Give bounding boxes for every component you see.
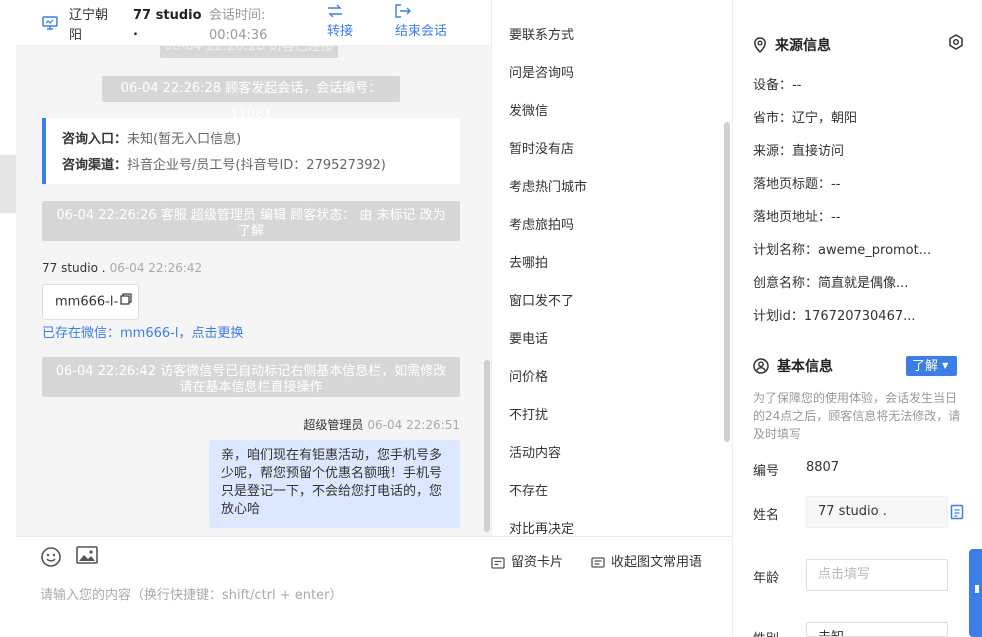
transfer-label: 转接 <box>327 24 354 39</box>
quick-phrase-item[interactable]: 要联系方式 <box>509 24 574 43</box>
quick-phrase-item[interactable]: 活动内容 <box>509 442 561 461</box>
left-edge-strip <box>0 0 16 637</box>
source-landing-title: 落地页标题：-- <box>753 177 841 192</box>
location-pin-icon <box>753 37 775 54</box>
gender-value: 未知 <box>818 630 844 636</box>
age-field-placeholder: 点击填写 <box>818 567 871 582</box>
transfer-button[interactable]: 转接 <box>327 4 353 39</box>
collapse-phrases-label: 收起图文常用语 <box>611 555 703 570</box>
consult-channel-label: 咨询渠道： <box>62 158 128 173</box>
card-icon <box>491 555 511 570</box>
chat-scrollbar[interactable] <box>484 360 490 532</box>
basic-info-title: 基本信息 <box>753 356 833 376</box>
monitor-icon <box>42 16 58 34</box>
quick-phrases-list: 要联系方式问是咨询吗发微信暂时没有店考虑热门城市 考虑旅拍吗去哪拍窗口发不了要电话… <box>491 0 732 536</box>
consult-entry-value: 未知(暂无入口信息) <box>127 132 242 147</box>
gender-label: 性别 <box>753 628 779 637</box>
floating-side-tab[interactable] <box>969 549 982 637</box>
phrases-scrollbar[interactable] <box>724 122 730 442</box>
consult-channel-value: 抖音企业号/员工号(抖音号ID：279527392) <box>127 158 386 173</box>
consult-channel-row: 咨询渠道：抖音企业号/员工号(抖音号ID：279527392) <box>62 153 444 179</box>
quick-phrase-item[interactable]: 暂时没有店 <box>509 138 574 157</box>
source-origin: 来源：直接访问 <box>753 144 845 159</box>
wechat-exist-link[interactable]: 已存在微信：mm666-l，点击更换 <box>42 322 243 341</box>
quick-phrase-item[interactable]: 不存在 <box>509 480 548 499</box>
lead-card-label: 留资卡片 <box>511 555 564 570</box>
agent-message-bubble: 亲，咱们现在有钜惠活动，您手机号多少呢，帮您预留个优惠名额哦！手机号只是登记一下… <box>209 440 460 528</box>
message-sender-line: 77 studio . 06-04 22:26:42 <box>42 261 202 275</box>
copy-icon[interactable] <box>950 504 964 524</box>
collapse-phrases-button[interactable]: 收起图文常用语 <box>591 551 702 570</box>
sender-name: 超级管理员 <box>303 418 364 432</box>
transfer-icon <box>327 4 353 18</box>
source-device: 设备：-- <box>753 78 802 93</box>
name-field[interactable]: 77 studio . <box>806 496 948 528</box>
source-province: 省市：辽宁，朝阳 <box>753 111 858 126</box>
age-label: 年龄 <box>753 571 780 586</box>
message-timestamp: 06-04 22:26:42 <box>109 261 203 275</box>
caret-down-icon: ▼ <box>942 361 949 370</box>
gender-select[interactable]: 未知 <box>806 622 948 637</box>
emoji-icon[interactable] <box>40 546 62 572</box>
customer-location: 辽宁朝阳 <box>69 8 109 43</box>
end-session-button[interactable]: 结束会话 <box>395 4 447 39</box>
source-info-title: 来源信息 <box>753 35 831 55</box>
quick-phrase-item[interactable]: 考虑热门城市 <box>509 176 587 195</box>
end-session-label: 结束会话 <box>395 24 448 39</box>
customer-info-panel: 来源信息 设备：-- 省市：辽宁，朝阳 来源：直接访问 落地页标题：-- 落地页… <box>732 0 982 637</box>
session-time-value: 00:04:36 <box>209 28 268 43</box>
edit-notice: 为了保障您的使用体验，会话发生当日的24点之后，顾客信息将无法修改，请及时填写 <box>753 391 961 441</box>
consult-info-card: 咨询入口：未知(暂无入口信息) 咨询渠道：抖音企业号/员工号(抖音号ID：279… <box>42 118 460 184</box>
quick-phrase-item[interactable]: 发微信 <box>509 100 548 119</box>
message-timestamp: 06-04 22:26:51 <box>367 418 460 432</box>
consult-entry-row: 咨询入口：未知(暂无入口信息) <box>62 127 444 153</box>
quick-phrase-item[interactable]: 问价格 <box>509 366 548 385</box>
name-field-value: 77 studio . <box>818 504 887 519</box>
quick-phrase-item[interactable]: 对比再决定 <box>509 518 574 536</box>
user-icon <box>753 358 777 375</box>
quick-phrase-item[interactable]: 问是咨询吗 <box>509 62 574 81</box>
left-edge-tab[interactable] <box>0 155 16 213</box>
message-input[interactable] <box>40 585 460 605</box>
chat-panel: 辽宁朝阳 77 studio . 会话时间: 00:04:36 转接 结束会话 … <box>16 0 491 637</box>
source-creative-name: 创意名称：简直就是偶像... <box>753 276 909 291</box>
customer-status-dropdown[interactable]: 了解 ▼ <box>906 356 957 376</box>
lead-card-button[interactable]: 留资卡片 <box>491 551 563 570</box>
settings-icon[interactable] <box>948 34 964 54</box>
system-message: 06-04 22:26:26 客服 超级管理员 编辑 顾客状态： 由 未标记 改… <box>42 201 460 241</box>
quick-phrase-item[interactable]: 要电话 <box>509 328 548 347</box>
name-label: 姓名 <box>753 508 780 523</box>
copy-icon[interactable] <box>120 285 132 319</box>
chat-input-area <box>16 536 491 637</box>
basic-info-label: 基本信息 <box>777 359 833 375</box>
message-area[interactable]: 06-04 22:26:28 访客已连接 06-04 22:26:28 顾客发起… <box>16 36 491 536</box>
tools-bar: 留资卡片 收起图文常用语 <box>491 536 732 637</box>
age-field[interactable]: 点击填写 <box>806 559 948 591</box>
logout-icon <box>395 4 447 18</box>
sender-name: 77 studio . <box>42 261 106 275</box>
quick-phrase-item[interactable]: 去哪拍 <box>509 252 548 271</box>
customer-name-dot: . <box>133 24 138 39</box>
session-time-label: 会话时间: <box>209 8 266 23</box>
consult-entry-label: 咨询入口： <box>62 132 128 147</box>
source-info-label: 来源信息 <box>775 38 831 54</box>
system-message: 06-04 22:26:42 访客微信号已自动标记右侧基本信息栏，如需修改请在基… <box>42 357 460 397</box>
message-sender-line: 超级管理员 06-04 22:26:51 <box>303 416 460 433</box>
source-landing-url: 落地页地址：-- <box>753 210 841 225</box>
wechat-id-text: mm666-l- <box>55 294 119 310</box>
source-plan-id: 计划id：176720730467... <box>753 309 916 324</box>
system-message: 06-04 22:26:28 顾客发起会话，会话编号：11081 <box>102 76 400 122</box>
quick-phrase-item[interactable]: 考虑旅拍吗 <box>509 214 574 233</box>
number-value: 8807 <box>806 460 840 475</box>
number-label: 编号 <box>753 464 780 479</box>
chat-header: 辽宁朝阳 77 studio . 会话时间: 00:04:36 转接 结束会话 <box>16 0 491 46</box>
quick-phrase-item[interactable]: 窗口发不了 <box>509 290 574 309</box>
message-icon <box>591 555 611 570</box>
quick-phrase-item[interactable]: 不打扰 <box>509 404 548 423</box>
customer-name: 77 studio <box>133 8 202 23</box>
source-plan-name: 计划名称：aweme_promot... <box>753 243 932 258</box>
customer-status-label: 了解 <box>912 359 939 374</box>
wechat-id-card[interactable]: mm666-l- <box>42 284 139 320</box>
image-icon[interactable] <box>76 545 98 569</box>
